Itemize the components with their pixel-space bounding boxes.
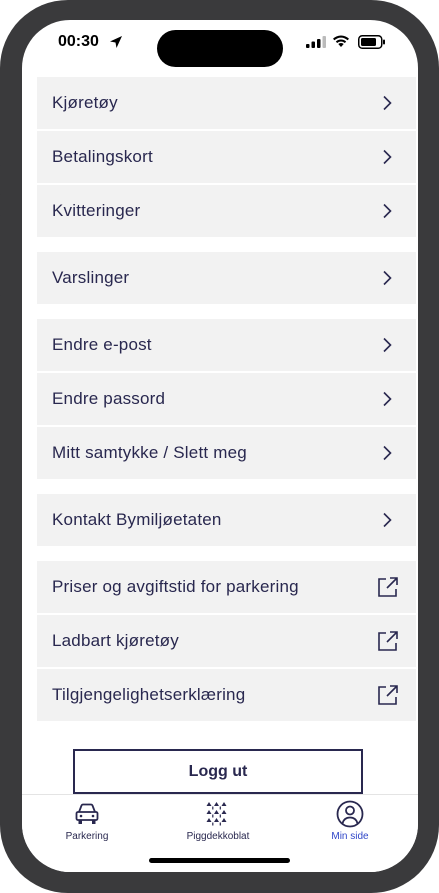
phone-action-button (0, 165, 2, 195)
menu-item-label: Kvitteringer (52, 201, 141, 220)
chevron-right-icon (383, 270, 392, 286)
user-profile-icon (336, 800, 364, 828)
menu-item-varslinger[interactable]: Varslinger (37, 252, 416, 304)
logout-button[interactable]: Logg ut (73, 749, 363, 794)
external-link-icon (378, 577, 398, 597)
studded-tire-icon (206, 802, 227, 826)
cellular-signal-icon (306, 36, 326, 48)
menu-item-tilgjengelighet[interactable]: Tilgjengelighetserklæring (37, 669, 416, 721)
tab-label: Parkering (65, 831, 109, 842)
tab-parkering[interactable]: Parkering (37, 799, 137, 847)
menu-item-label: Priser og avgiftstid for parkering (52, 577, 299, 596)
wifi-icon (333, 35, 349, 47)
menu-group-external-links: Priser og avgiftstid for parkering Ladba… (37, 561, 416, 721)
menu-item-betalingskort[interactable]: Betalingskort (37, 131, 416, 185)
tab-label: Min side (331, 831, 369, 842)
menu-item-label: Ladbart kjøretøy (52, 631, 179, 650)
menu-item-label: Betalingskort (52, 147, 153, 166)
phone-volume-down-button (0, 295, 2, 355)
chevron-right-icon (383, 512, 392, 528)
phone-frame: 00:30 Kjøretøy Betalingskort Kvitteringe… (0, 0, 439, 893)
tab-label: Piggdekkoblat (186, 831, 250, 842)
menu-group-account: Kjøretøy Betalingskort Kvitteringer (37, 77, 416, 237)
tab-min-side[interactable]: Min side (300, 799, 400, 847)
tab-piggdekkoblat[interactable]: Piggdekkoblat (168, 799, 268, 847)
chevron-right-icon (383, 391, 392, 407)
status-bar: 00:30 (22, 20, 418, 67)
menu-item-priser[interactable]: Priser og avgiftstid for parkering (37, 561, 416, 615)
phone-screen: 00:30 Kjøretøy Betalingskort Kvitteringe… (22, 20, 418, 872)
menu-item-label: Kontakt Bymiljøetaten (52, 510, 222, 529)
menu-item-label: Tilgjengelighetserklæring (52, 685, 246, 704)
status-time: 00:30 (58, 33, 99, 50)
chevron-right-icon (383, 337, 392, 353)
menu-item-kvitteringer[interactable]: Kvitteringer (37, 185, 416, 237)
menu-item-samtykke-slett[interactable]: Mitt samtykke / Slett meg (37, 427, 416, 479)
location-arrow-icon (110, 36, 122, 48)
menu-group-profile: Endre e-post Endre passord Mitt samtykke… (37, 319, 416, 479)
menu-item-label: Varslinger (52, 268, 130, 287)
external-link-icon (378, 631, 398, 651)
menu-item-endre-epost[interactable]: Endre e-post (37, 319, 416, 373)
settings-menu: Kjøretøy Betalingskort Kvitteringer Vars… (37, 77, 416, 736)
menu-item-endre-passord[interactable]: Endre passord (37, 373, 416, 427)
home-indicator (149, 858, 290, 863)
menu-group-notifications: Varslinger (37, 252, 416, 304)
menu-item-label: Endre e-post (52, 335, 152, 354)
car-icon (75, 803, 99, 824)
chevron-right-icon (383, 149, 392, 165)
chevron-right-icon (383, 203, 392, 219)
menu-item-ladbart[interactable]: Ladbart kjøretøy (37, 615, 416, 669)
menu-item-label: Mitt samtykke / Slett meg (52, 443, 247, 462)
dynamic-island (157, 30, 283, 67)
chevron-right-icon (383, 445, 392, 461)
battery-icon (358, 35, 385, 49)
external-link-icon (378, 685, 398, 705)
menu-item-kjoretoy[interactable]: Kjøretøy (37, 77, 416, 131)
phone-volume-up-button (0, 215, 2, 275)
menu-item-kontakt[interactable]: Kontakt Bymiljøetaten (37, 494, 416, 546)
menu-group-contact: Kontakt Bymiljøetaten (37, 494, 416, 546)
menu-item-label: Kjøretøy (52, 93, 118, 112)
chevron-right-icon (383, 95, 392, 111)
menu-item-label: Endre passord (52, 389, 166, 408)
